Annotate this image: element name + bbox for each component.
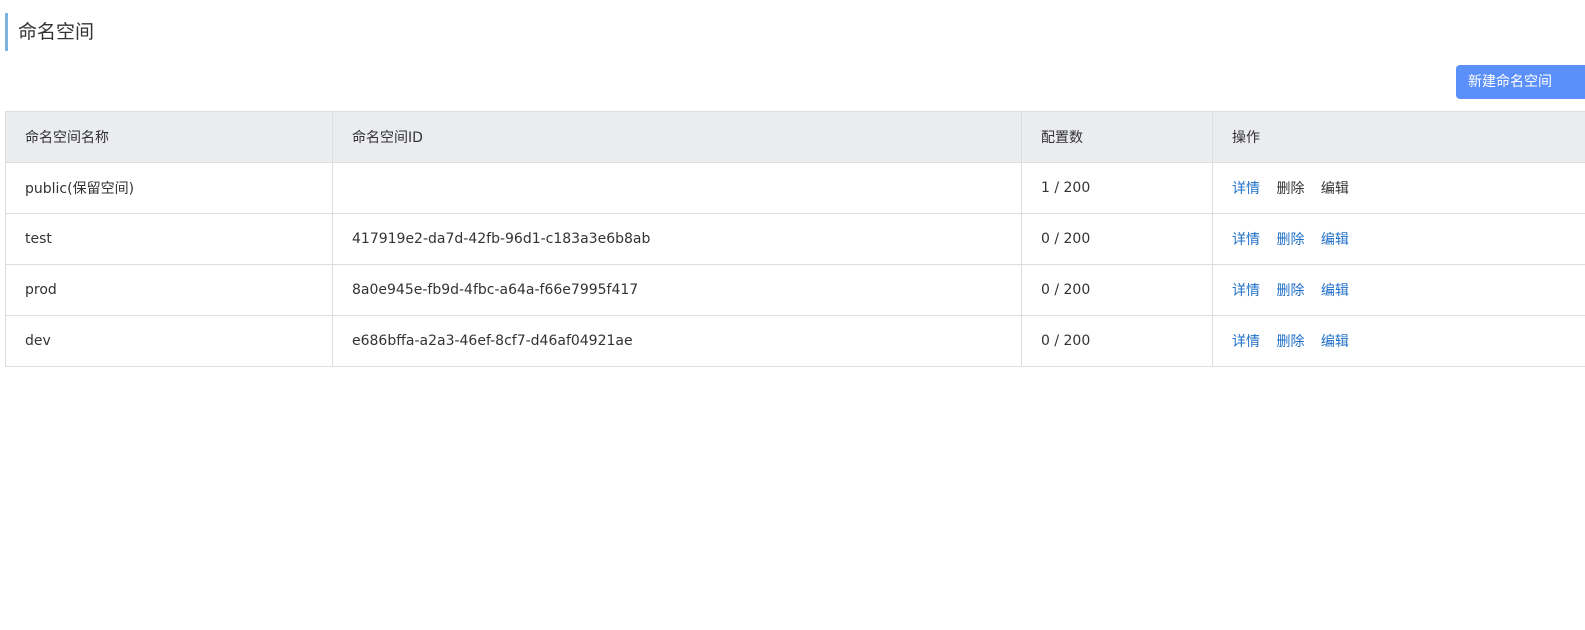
cell-namespace-id: 417919e2-da7d-42fb-96d1-c183a3e6b8ab bbox=[332, 213, 1022, 265]
table-row: test 417919e2-da7d-42fb-96d1-c183a3e6b8a… bbox=[5, 213, 1585, 265]
table-header-row: 命名空间名称 命名空间ID 配置数 操作 bbox=[5, 111, 1585, 163]
cell-namespace-name: prod bbox=[5, 264, 333, 316]
edit-link: 编辑 bbox=[1320, 181, 1349, 197]
delete-link[interactable]: 删除 bbox=[1276, 334, 1304, 350]
namespace-table-grid: 命名空间名称 命名空间ID 配置数 操作 public(保留空间) 1 / 20… bbox=[5, 111, 1585, 367]
cell-config-count: 1 / 200 bbox=[1021, 162, 1213, 214]
cell-namespace-name: public(保留空间) bbox=[5, 162, 333, 214]
details-link[interactable]: 详情 bbox=[1232, 232, 1260, 248]
delete-link[interactable]: 删除 bbox=[1276, 232, 1304, 248]
table-row: public(保留空间) 1 / 200 详情 删除 编辑 bbox=[5, 162, 1585, 214]
cell-namespace-id: e686bffa-a2a3-46ef-8cf7-d46af04921ae bbox=[332, 315, 1022, 367]
cell-operations: 详情 删除 编辑 bbox=[1212, 264, 1585, 316]
cell-operations: 详情 删除 编辑 bbox=[1212, 315, 1585, 367]
details-link[interactable]: 详情 bbox=[1232, 334, 1260, 350]
namespace-table: 命名空间名称 命名空间ID 配置数 操作 public(保留空间) 1 / 20… bbox=[5, 111, 1585, 367]
header-namespace-name: 命名空间名称 bbox=[5, 111, 333, 163]
edit-link[interactable]: 编辑 bbox=[1321, 334, 1349, 350]
cell-namespace-id bbox=[332, 162, 1022, 214]
cell-operations: 详情 删除 编辑 bbox=[1212, 162, 1585, 214]
cell-config-count: 0 / 200 bbox=[1021, 315, 1213, 367]
header-operations: 操作 bbox=[1212, 111, 1585, 163]
table-row: dev e686bffa-a2a3-46ef-8cf7-d46af04921ae… bbox=[5, 315, 1585, 367]
page-title: 命名空间 bbox=[5, 13, 94, 51]
cell-config-count: 0 / 200 bbox=[1021, 213, 1213, 265]
cell-namespace-name: dev bbox=[5, 315, 333, 367]
header-config-count: 配置数 bbox=[1021, 111, 1213, 163]
cell-namespace-name: test bbox=[5, 213, 333, 265]
details-link[interactable]: 详情 bbox=[1232, 283, 1260, 299]
toolbar: 新建命名空间 bbox=[1456, 65, 1585, 103]
edit-link[interactable]: 编辑 bbox=[1321, 283, 1349, 299]
table-row: prod 8a0e945e-fb9d-4fbc-a64a-f66e7995f41… bbox=[5, 264, 1585, 316]
cell-namespace-id: 8a0e945e-fb9d-4fbc-a64a-f66e7995f417 bbox=[332, 264, 1022, 316]
delete-link[interactable]: 删除 bbox=[1276, 283, 1304, 299]
delete-link: 删除 bbox=[1276, 181, 1305, 197]
edit-link[interactable]: 编辑 bbox=[1321, 232, 1349, 248]
header-namespace-id: 命名空间ID bbox=[332, 111, 1022, 163]
new-namespace-button[interactable]: 新建命名空间 bbox=[1456, 65, 1585, 99]
cell-config-count: 0 / 200 bbox=[1021, 264, 1213, 316]
cell-operations: 详情 删除 编辑 bbox=[1212, 213, 1585, 265]
details-link[interactable]: 详情 bbox=[1232, 181, 1260, 197]
